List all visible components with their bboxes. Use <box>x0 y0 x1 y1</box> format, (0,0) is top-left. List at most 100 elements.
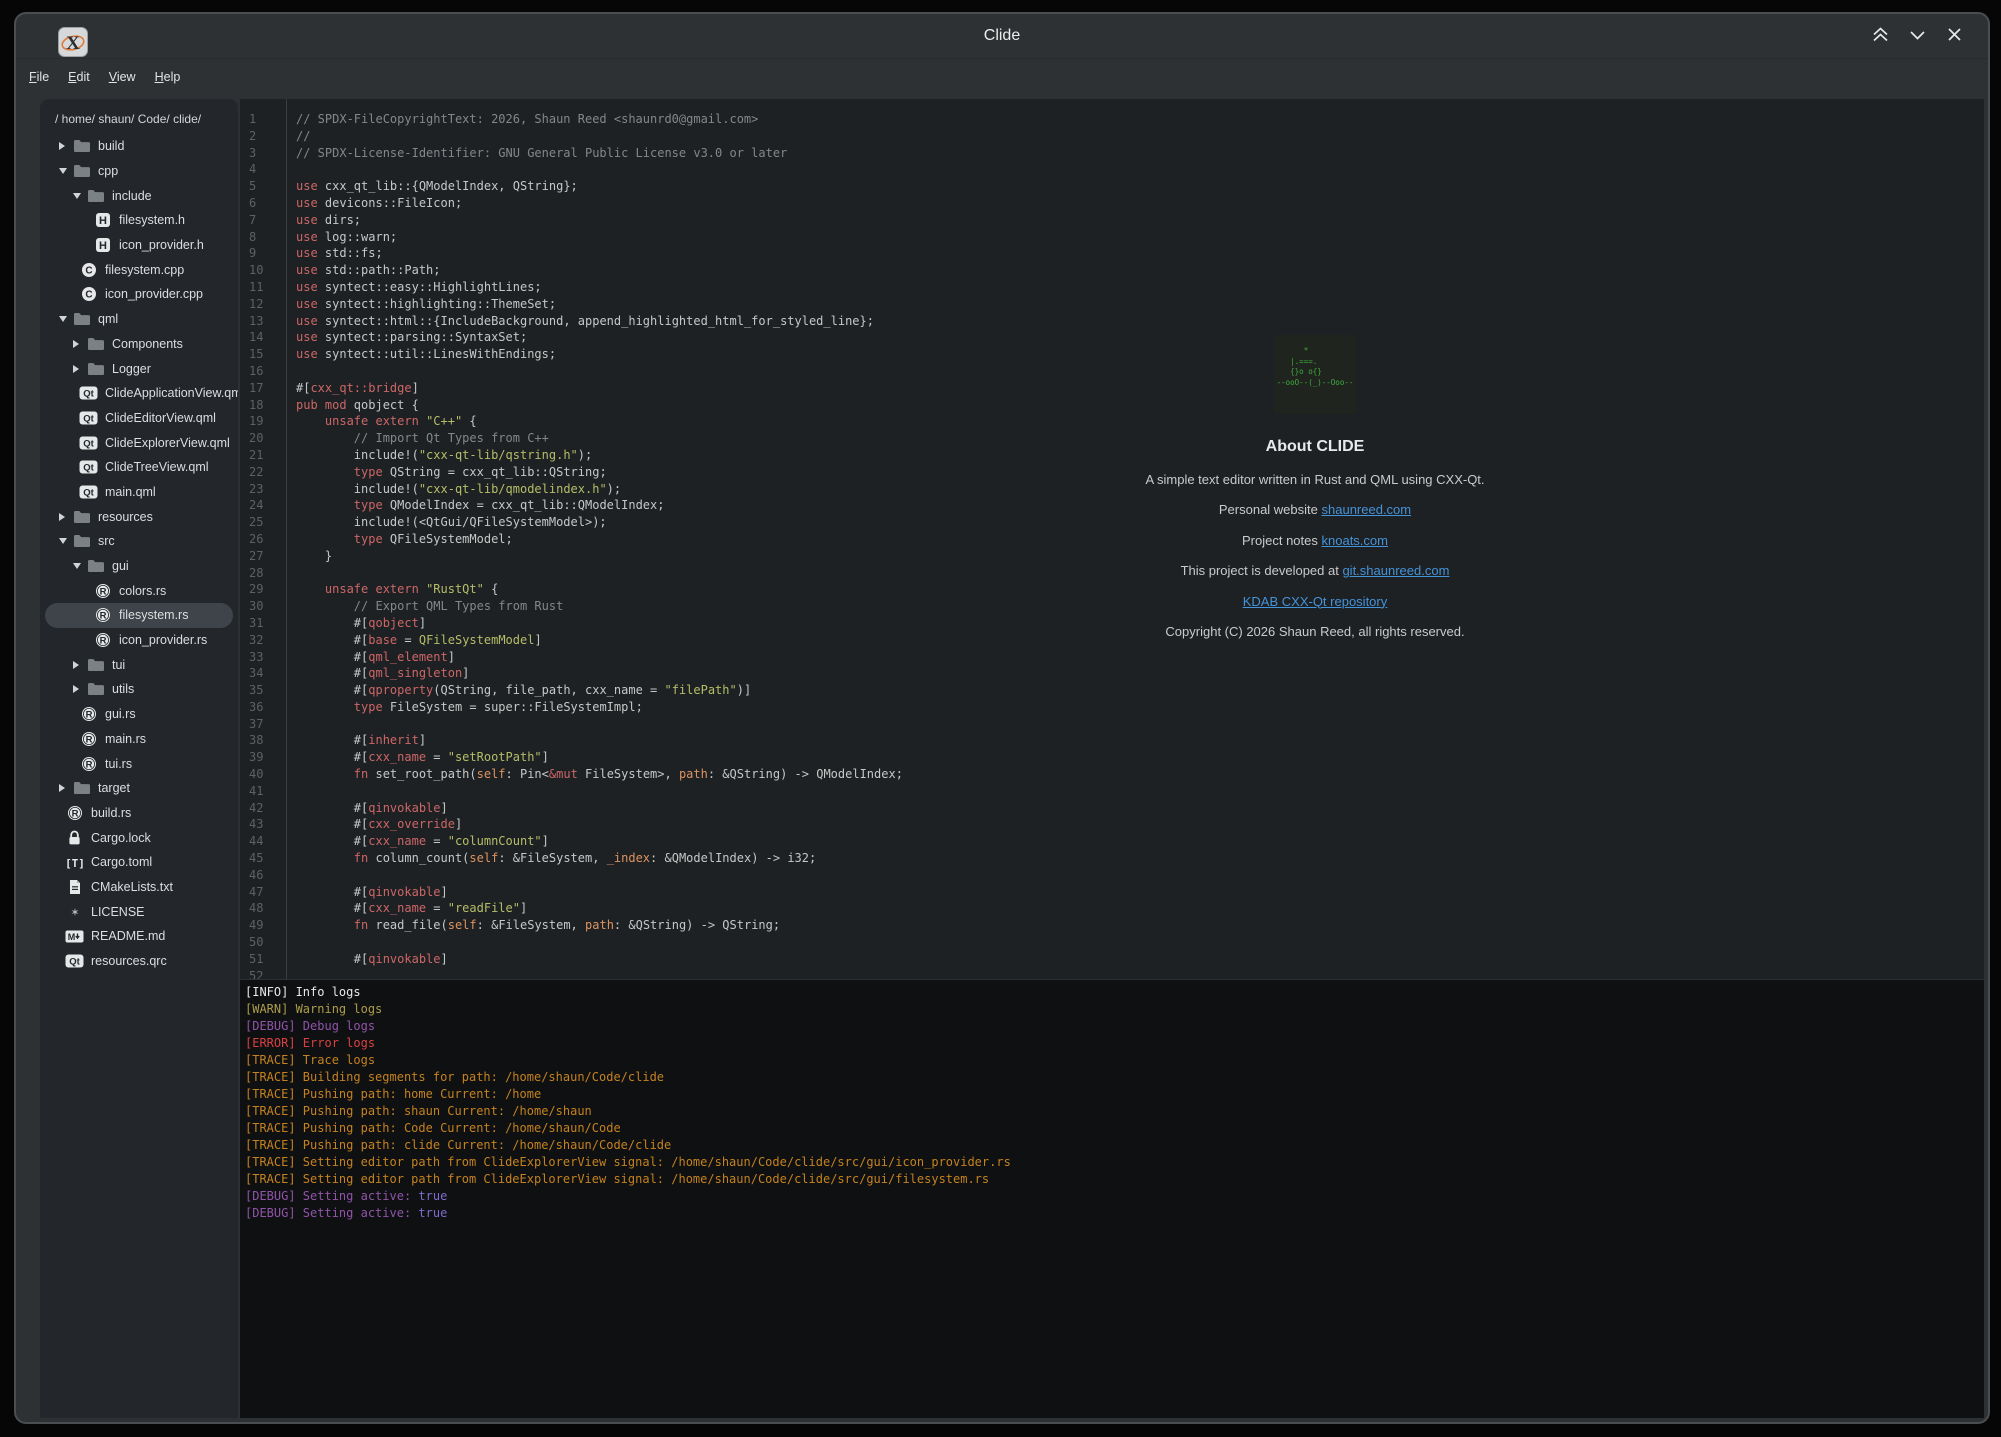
shade-button[interactable] <box>1868 24 1892 48</box>
code-line-10[interactable]: 10use std::path::Path; <box>240 262 1984 279</box>
chevron-collapsed-icon[interactable] <box>58 783 72 793</box>
tree-item-resources-qrc[interactable]: Qtresources.qrc <box>45 949 233 974</box>
code-line-9[interactable]: 9use std::fs; <box>240 245 1984 262</box>
code-line-6[interactable]: 6use devicons::FileIcon; <box>240 195 1984 212</box>
tree-item-icon-provider-h[interactable]: Hicon_provider.h <box>45 233 233 258</box>
minimize-button[interactable] <box>1905 24 1929 48</box>
chevron-collapsed-icon[interactable] <box>58 512 72 522</box>
tree-item-resources[interactable]: resources <box>45 504 233 529</box>
tree-item-logger[interactable]: Logger <box>45 356 233 381</box>
tree-item-target[interactable]: target <box>45 776 233 801</box>
code-line-48[interactable]: 48 #[cxx_name = "readFile"] <box>240 900 1984 917</box>
tree-item-tui[interactable]: tui <box>45 652 233 677</box>
dev-site-link[interactable]: git.shaunreed.com <box>1342 563 1449 578</box>
chevron-expanded-icon[interactable] <box>58 315 72 323</box>
code-line-5[interactable]: 5use cxx_qt_lib::{QModelIndex, QString}; <box>240 178 1984 195</box>
chevron-collapsed-icon[interactable] <box>72 684 86 694</box>
code-line-13[interactable]: 13use syntect::html::{IncludeBackground,… <box>240 313 1984 330</box>
tree-item-main-qml[interactable]: Qtmain.qml <box>45 480 233 505</box>
menu-help[interactable]: Help <box>150 67 186 87</box>
code-line-42[interactable]: 42 #[qinvokable] <box>240 800 1984 817</box>
code-text: use syntect::util::LinesWithEndings; <box>296 346 556 363</box>
code-line-11[interactable]: 11use syntect::easy::HighlightLines; <box>240 279 1984 296</box>
code-line-2[interactable]: 2// <box>240 128 1984 145</box>
tree-item-build-rs[interactable]: Rbuild.rs <box>45 801 233 826</box>
code-line-40[interactable]: 40 fn set_root_path(self: Pin<&mut FileS… <box>240 766 1984 783</box>
chevron-collapsed-icon[interactable] <box>72 364 86 374</box>
tree-item-license[interactable]: ✶LICENSE <box>45 899 233 924</box>
menu-edit[interactable]: Edit <box>63 67 95 87</box>
code-line-52[interactable]: 52 <box>240 968 1984 979</box>
tree-item-clideeditorview-qml[interactable]: QtClideEditorView.qml <box>45 406 233 431</box>
code-editor[interactable]: 1// SPDX-FileCopyrightText: 2026, Shaun … <box>240 99 1984 979</box>
code-line-1[interactable]: 1// SPDX-FileCopyrightText: 2026, Shaun … <box>240 111 1984 128</box>
code-line-8[interactable]: 8use log::warn; <box>240 229 1984 246</box>
project-notes-link[interactable]: knoats.com <box>1322 533 1388 548</box>
chevron-collapsed-icon[interactable] <box>72 660 86 670</box>
tree-item-cpp[interactable]: cpp <box>45 159 233 184</box>
code-line-37[interactable]: 37 <box>240 716 1984 733</box>
chevron-expanded-icon[interactable] <box>58 167 72 175</box>
code-line-3[interactable]: 3// SPDX-License-Identifier: GNU General… <box>240 145 1984 162</box>
chevron-expanded-icon[interactable] <box>58 537 72 545</box>
code-text: type QModelIndex = cxx_qt_lib::QModelInd… <box>296 497 664 514</box>
code-line-34[interactable]: 34 #[qml_singleton] <box>240 665 1984 682</box>
chevron-expanded-icon[interactable] <box>72 192 86 200</box>
code-line-35[interactable]: 35 #[qproperty(QString, file_path, cxx_n… <box>240 682 1984 699</box>
log-console[interactable]: [INFO] Info logs[WARN] Warning logs[DEBU… <box>240 980 1984 1418</box>
tree-item-filesystem-cpp[interactable]: Cfilesystem.cpp <box>45 257 233 282</box>
code-line-12[interactable]: 12use syntect::highlighting::ThemeSet; <box>240 296 1984 313</box>
tree-item-cargo-toml[interactable]: [T]Cargo.toml <box>45 850 233 875</box>
tree-item-filesystem-h[interactable]: Hfilesystem.h <box>45 208 233 233</box>
code-line-39[interactable]: 39 #[cxx_name = "setRootPath"] <box>240 749 1984 766</box>
kdab-repo-link[interactable]: KDAB CXX-Qt repository <box>1243 594 1388 609</box>
tree-item-icon-provider-rs[interactable]: Ricon_provider.rs <box>45 628 233 653</box>
tree-item-main-rs[interactable]: Rmain.rs <box>45 727 233 752</box>
svg-text:Qt: Qt <box>69 957 80 968</box>
code-line-50[interactable]: 50 <box>240 934 1984 951</box>
chevron-expanded-icon[interactable] <box>72 562 86 570</box>
tree-item-components[interactable]: Components <box>45 332 233 357</box>
chevron-collapsed-icon[interactable] <box>72 339 86 349</box>
tree-item-src[interactable]: src <box>45 529 233 554</box>
menu-file[interactable]: File <box>24 67 54 87</box>
code-line-47[interactable]: 47 #[qinvokable] <box>240 884 1984 901</box>
tree-item-qml[interactable]: qml <box>45 307 233 332</box>
tree-item-cmakelists-txt[interactable]: CMakeLists.txt <box>45 875 233 900</box>
tree-item-utils[interactable]: utils <box>45 677 233 702</box>
tree-item-colors-rs[interactable]: Rcolors.rs <box>45 578 233 603</box>
code-line-45[interactable]: 45 fn column_count(self: &FileSystem, _i… <box>240 850 1984 867</box>
tree-item-clidetreeview-qml[interactable]: QtClideTreeView.qml <box>45 455 233 480</box>
code-line-49[interactable]: 49 fn read_file(self: &FileSystem, path:… <box>240 917 1984 934</box>
tree-item-cargo-lock[interactable]: Cargo.lock <box>45 825 233 850</box>
tree-item-readme-md[interactable]: MREADME.md <box>45 924 233 949</box>
folder-icon <box>72 139 91 153</box>
code-line-43[interactable]: 43 #[cxx_override] <box>240 816 1984 833</box>
tree-item-clideexplorerview-qml[interactable]: QtClideExplorerView.qml <box>45 430 233 455</box>
tree-item-filesystem-rs[interactable]: Rfilesystem.rs <box>45 603 233 628</box>
code-line-38[interactable]: 38 #[inherit] <box>240 732 1984 749</box>
code-line-36[interactable]: 36 type FileSystem = super::FileSystemIm… <box>240 699 1984 716</box>
tree-item-icon-provider-cpp[interactable]: Cicon_provider.cpp <box>45 282 233 307</box>
code-line-4[interactable]: 4 <box>240 161 1984 178</box>
code-line-7[interactable]: 7use dirs; <box>240 212 1984 229</box>
tree-item-include[interactable]: include <box>45 183 233 208</box>
code-line-51[interactable]: 51 #[qinvokable] <box>240 951 1984 968</box>
menu-view[interactable]: View <box>104 67 141 87</box>
personal-website-link[interactable]: shaunreed.com <box>1322 502 1412 517</box>
title-bar[interactable]: X Clide <box>16 14 1988 59</box>
code-text: fn read_file(self: &FileSystem, path: &Q… <box>296 917 780 934</box>
code-line-44[interactable]: 44 #[cxx_name = "columnCount"] <box>240 833 1984 850</box>
tree-item-build[interactable]: build <box>45 134 233 159</box>
tree-item-clideapplicationview-qml[interactable]: QtClideApplicationView.qml <box>45 381 233 406</box>
tree-item-tui-rs[interactable]: Rtui.rs <box>45 751 233 776</box>
close-button[interactable] <box>1942 24 1966 48</box>
code-line-46[interactable]: 46 <box>240 867 1984 884</box>
qt-file-icon: Qt <box>79 386 98 400</box>
line-number: 27 <box>240 548 286 565</box>
code-line-41[interactable]: 41 <box>240 783 1984 800</box>
tree-item-gui[interactable]: gui <box>45 554 233 579</box>
line-number: 18 <box>240 397 286 414</box>
chevron-collapsed-icon[interactable] <box>58 141 72 151</box>
tree-item-gui-rs[interactable]: Rgui.rs <box>45 702 233 727</box>
